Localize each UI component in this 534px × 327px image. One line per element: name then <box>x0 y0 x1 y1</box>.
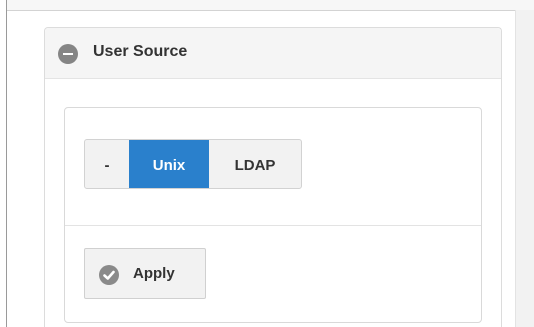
panel-title: User Source <box>93 43 188 60</box>
window-top-edge <box>6 0 534 11</box>
window-frame: User Source - Unix LDAP Apply <box>0 0 534 327</box>
apply-button-label: Apply <box>133 265 175 282</box>
panel-header[interactable]: User Source <box>45 28 501 79</box>
check-circle-icon <box>99 265 119 285</box>
user-source-option-unix[interactable]: Unix <box>129 140 209 188</box>
user-source-option-none[interactable]: - <box>85 140 129 188</box>
scrollbar-track[interactable] <box>515 10 534 327</box>
user-source-selector: - Unix LDAP <box>84 139 302 189</box>
user-source-option-ldap[interactable]: LDAP <box>209 140 301 188</box>
user-source-panel: User Source - Unix LDAP Apply <box>44 27 502 327</box>
minus-circle-icon[interactable] <box>58 44 78 64</box>
user-source-card: - Unix LDAP Apply <box>64 107 482 323</box>
window-left-edge <box>6 0 7 327</box>
card-divider <box>65 225 481 226</box>
apply-button[interactable]: Apply <box>84 248 206 299</box>
